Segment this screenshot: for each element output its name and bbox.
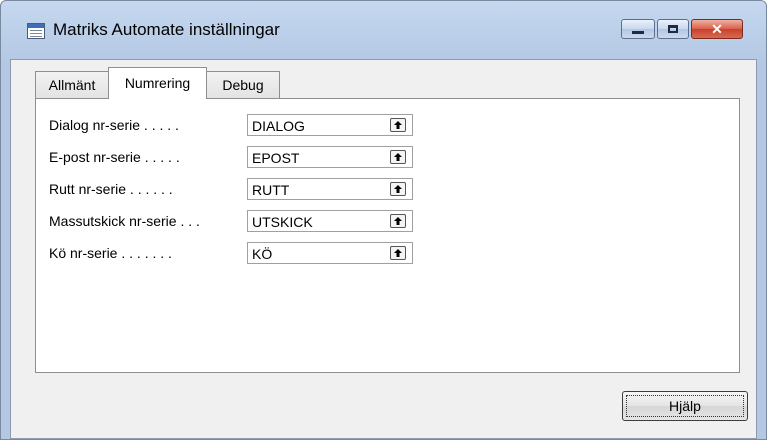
- field-value: KÖ: [252, 246, 273, 262]
- window-title: Matriks Automate inställningar: [53, 20, 280, 39]
- ko-nr-series-input[interactable]: KÖ: [247, 242, 413, 264]
- field-value: UTSKICK: [252, 214, 313, 230]
- maximize-button[interactable]: [657, 19, 689, 39]
- lookup-arrow-icon[interactable]: [390, 182, 406, 196]
- field-row-rutt: Rutt nr-serie . . . . . . RUTT: [49, 178, 449, 200]
- field-row-dialog: Dialog nr-serie . . . . . DIALOG: [49, 114, 449, 136]
- tab-allmant[interactable]: Allmänt: [35, 71, 109, 98]
- maximize-icon: [668, 25, 678, 33]
- lookup-arrow-icon[interactable]: [390, 246, 406, 260]
- minimize-icon: [632, 30, 644, 34]
- field-row-massutskick: Massutskick nr-serie . . . UTSKICK: [49, 210, 449, 232]
- table-icon: [27, 23, 45, 39]
- rutt-nr-series-input[interactable]: RUTT: [247, 178, 413, 200]
- tab-debug[interactable]: Debug: [206, 71, 280, 98]
- field-label: Kö nr-serie . . . . . . .: [49, 245, 172, 261]
- tab-panel-numrering: Dialog nr-serie . . . . . DIALOG E-post …: [35, 98, 740, 373]
- field-row-ko: Kö nr-serie . . . . . . . KÖ: [49, 242, 449, 264]
- field-label: Dialog nr-serie . . . . .: [49, 117, 179, 133]
- field-label: Massutskick nr-serie . . .: [49, 213, 200, 229]
- field-label: E-post nr-serie . . . . .: [49, 149, 180, 165]
- lookup-arrow-icon[interactable]: [390, 150, 406, 164]
- title-bar[interactable]: Matriks Automate inställningar ✕: [1, 1, 766, 59]
- massutskick-nr-series-input[interactable]: UTSKICK: [247, 210, 413, 232]
- tab-numrering[interactable]: Numrering: [108, 67, 207, 99]
- dialog-window: Matriks Automate inställningar ✕ Allmänt…: [0, 0, 767, 440]
- help-button[interactable]: Hjälp: [622, 391, 748, 421]
- help-button-label: Hjälp: [626, 395, 744, 417]
- minimize-button[interactable]: [621, 19, 655, 39]
- field-value: EPOST: [252, 150, 300, 166]
- field-value: DIALOG: [252, 118, 305, 134]
- epost-nr-series-input[interactable]: EPOST: [247, 146, 413, 168]
- close-icon: ✕: [711, 21, 723, 37]
- lookup-arrow-icon[interactable]: [390, 214, 406, 228]
- field-row-epost: E-post nr-serie . . . . . EPOST: [49, 146, 449, 168]
- dialog-nr-series-input[interactable]: DIALOG: [247, 114, 413, 136]
- field-value: RUTT: [252, 182, 290, 198]
- dialog-client-area: Allmänt Numrering Debug Dialog nr-serie …: [10, 59, 757, 439]
- lookup-arrow-icon[interactable]: [390, 118, 406, 132]
- close-button[interactable]: ✕: [691, 19, 743, 39]
- field-label: Rutt nr-serie . . . . . .: [49, 181, 173, 197]
